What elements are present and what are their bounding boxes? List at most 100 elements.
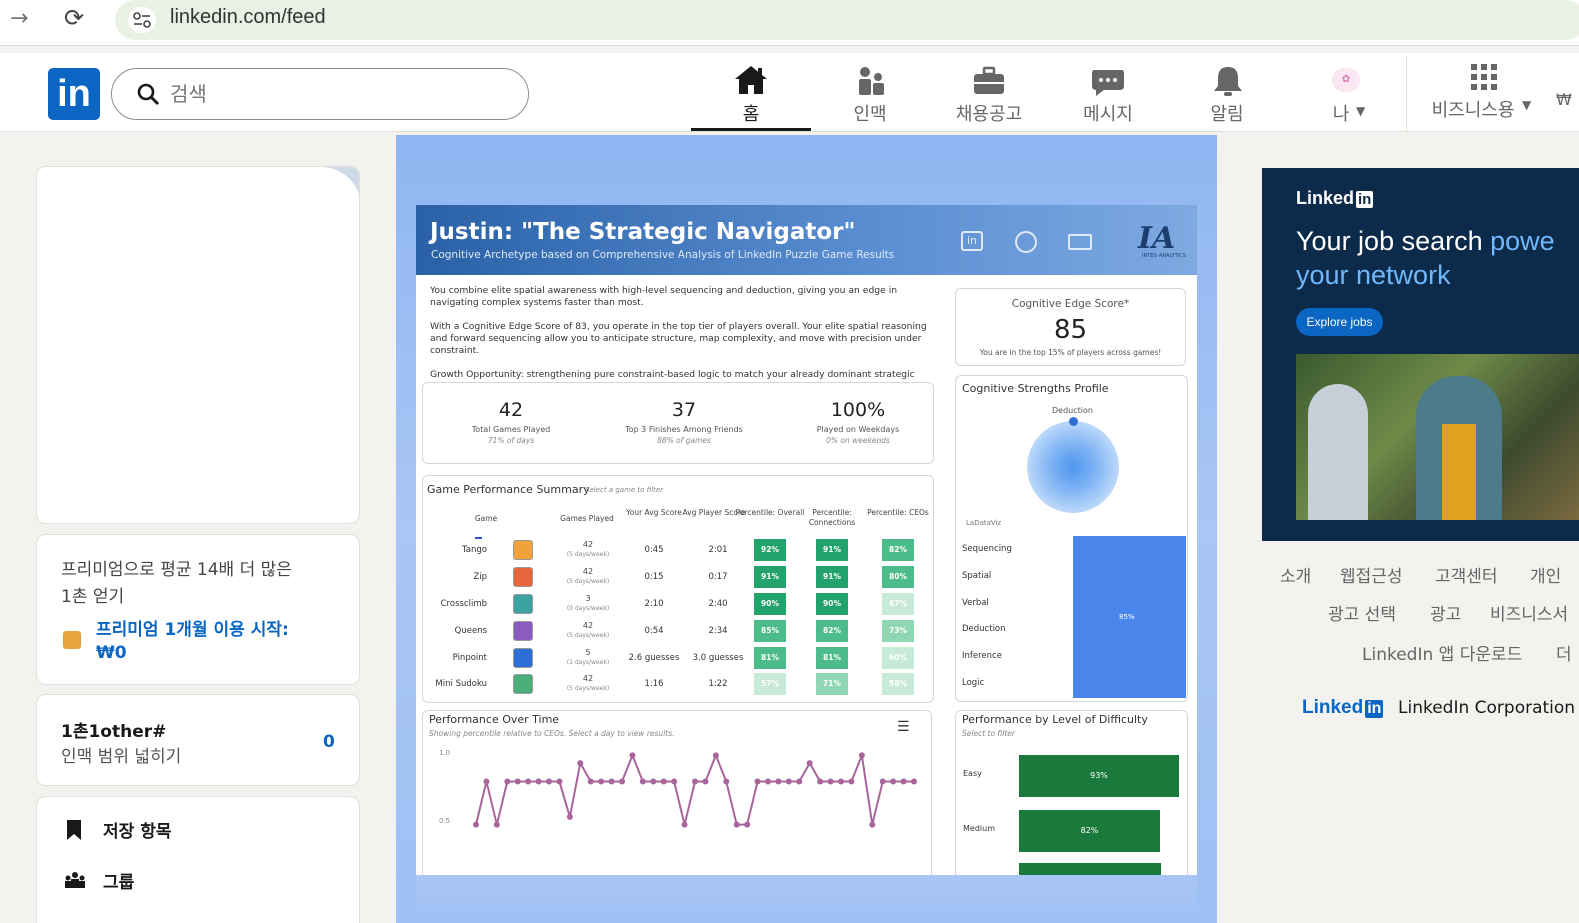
difficulty-bar[interactable]: 93% — [1019, 755, 1179, 797]
site-info-icon[interactable] — [128, 7, 156, 33]
data-point[interactable] — [827, 778, 834, 785]
footer-link[interactable]: 고객센터 — [1435, 562, 1498, 587]
data-point[interactable] — [608, 778, 615, 785]
nav-notifications[interactable]: 알림 — [1167, 60, 1287, 132]
column-header: Games Played — [560, 514, 614, 523]
ad-headline-1a: Your job search — [1296, 226, 1491, 256]
game-name[interactable]: Zip — [430, 572, 487, 582]
data-point[interactable] — [504, 778, 511, 785]
data-point[interactable] — [483, 778, 490, 785]
game-name[interactable]: Crossclimb — [430, 599, 487, 609]
footer-link[interactable]: 비즈니스서 — [1490, 600, 1568, 625]
explore-jobs-button[interactable]: Explore jobs — [1296, 308, 1383, 336]
data-point[interactable] — [566, 813, 573, 820]
network-card[interactable]: 1촌1other# 인맥 범위 넓히기 0 — [36, 694, 360, 786]
nav-me[interactable]: ✿ 나 ▼ — [1286, 60, 1406, 132]
footer-link[interactable]: 웹접근성 — [1340, 562, 1403, 587]
address-bar[interactable] — [115, 0, 1579, 40]
difficulty-bar[interactable]: 82% — [1019, 810, 1160, 852]
data-point[interactable] — [639, 778, 646, 785]
data-point[interactable] — [587, 778, 594, 785]
network-subtitle: 인맥 범위 넓히기 — [61, 747, 182, 767]
game-name[interactable]: Mini Sudoku — [430, 679, 487, 689]
data-point[interactable] — [744, 821, 751, 828]
ad-card[interactable]: Linked in Your job search powe your netwo… — [1262, 168, 1579, 541]
search-box[interactable] — [111, 68, 529, 120]
filter-icon[interactable]: ☰ — [897, 719, 915, 735]
data-point[interactable] — [525, 778, 532, 785]
data-point[interactable] — [890, 778, 897, 785]
data-point[interactable] — [619, 778, 625, 785]
data-point[interactable] — [712, 752, 719, 759]
premium-cta[interactable]: 프리미엄 1개월 이용 시작: — [96, 615, 289, 640]
data-point[interactable] — [838, 778, 844, 785]
nav-network-label: 인맥 — [853, 104, 887, 125]
data-point[interactable] — [723, 778, 730, 785]
data-point[interactable] — [817, 778, 824, 785]
premium-price[interactable]: ₩0 — [96, 643, 127, 663]
footer-link[interactable]: LinkedIn 앱 다운로드 — [1362, 640, 1522, 665]
data-point[interactable] — [514, 778, 521, 785]
network-title: 1촌1other# — [61, 722, 167, 742]
data-point[interactable] — [900, 778, 907, 785]
premium-card[interactable]: 프리미엄으로 평균 14배 더 많은 1촌 얻기 프리미엄 1개월 이용 시작:… — [36, 534, 360, 685]
profile-card[interactable] — [36, 166, 360, 524]
data-point[interactable] — [848, 778, 855, 785]
data-point[interactable] — [806, 760, 813, 767]
data-point[interactable] — [796, 778, 803, 785]
game-name[interactable]: Queens — [430, 626, 487, 636]
data-point[interactable] — [702, 778, 709, 785]
footer-link[interactable]: 광고 — [1430, 600, 1461, 625]
data-point[interactable] — [577, 760, 584, 767]
game-name[interactable]: Tango — [430, 545, 487, 555]
games-frequency: (5 days/week) — [566, 551, 610, 558]
stat-value: 42 — [498, 399, 524, 421]
reload-icon[interactable]: ⟳ — [64, 4, 84, 32]
nav-home-label: 홈 — [742, 104, 760, 125]
data-point[interactable] — [671, 778, 678, 785]
search-input[interactable] — [170, 79, 510, 109]
data-point[interactable] — [785, 778, 792, 785]
linkedin-logo[interactable]: in — [48, 68, 100, 120]
data-point[interactable] — [692, 778, 698, 785]
data-point[interactable] — [598, 778, 605, 785]
data-point[interactable] — [775, 778, 782, 785]
data-point[interactable] — [869, 821, 876, 828]
data-point[interactable] — [754, 778, 761, 785]
nav-business[interactable]: 비즈니스용 ▼ — [1424, 60, 1544, 132]
nav-home[interactable]: 홈 — [691, 60, 811, 132]
footer-link[interactable]: 광고 선택 — [1328, 600, 1396, 625]
forward-icon[interactable]: → — [10, 6, 28, 31]
data-point[interactable] — [660, 778, 667, 785]
games-frequency: (5 days/week) — [566, 578, 610, 585]
data-point[interactable] — [911, 778, 917, 785]
data-point[interactable] — [879, 778, 886, 785]
data-point[interactable] — [535, 778, 542, 785]
stats-card — [422, 382, 934, 464]
nav-network[interactable]: 인맥 — [810, 60, 930, 132]
data-point[interactable] — [681, 821, 688, 828]
data-point[interactable] — [733, 821, 740, 828]
performance-line-chart[interactable] — [470, 740, 926, 840]
footer-link[interactable]: 개인 — [1530, 562, 1561, 587]
data-point[interactable] — [765, 778, 771, 785]
url-text[interactable]: linkedin.com/feed — [170, 6, 326, 29]
data-point[interactable] — [473, 821, 479, 828]
dashboard-subtitle: Cognitive Archetype based on Comprehensi… — [431, 249, 895, 261]
footer-link[interactable]: 더 — [1556, 640, 1572, 665]
nav-messaging[interactable]: 메시지 — [1048, 60, 1168, 132]
data-point[interactable] — [858, 752, 865, 759]
nav-jobs[interactable]: 채용공고 — [929, 60, 1049, 132]
stat-value: 100% — [830, 399, 886, 421]
bell-icon — [1214, 67, 1242, 96]
data-point[interactable] — [650, 778, 657, 785]
data-point[interactable] — [556, 778, 563, 785]
mail-icon — [1068, 234, 1092, 250]
data-point[interactable] — [493, 821, 500, 828]
paragraph-2: With a Cognitive Edge Score of 83, you o… — [430, 321, 927, 356]
percentile-cell: 81% — [754, 647, 786, 669]
game-name[interactable]: Pinpoint — [430, 653, 487, 663]
data-point[interactable] — [546, 778, 552, 785]
data-point[interactable] — [629, 752, 636, 759]
footer-link[interactable]: 소개 — [1280, 562, 1311, 587]
